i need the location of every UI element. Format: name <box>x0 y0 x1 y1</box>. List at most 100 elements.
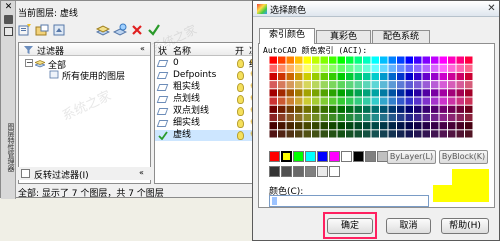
aci-swatch[interactable] <box>329 130 337 138</box>
aci-swatch[interactable] <box>414 81 422 89</box>
aci-swatch[interactable] <box>397 56 405 64</box>
aci-swatch[interactable] <box>363 130 371 138</box>
new-layer-vp-frozen-icon[interactable] <box>113 23 127 37</box>
aci-swatch[interactable] <box>312 64 320 72</box>
aci-swatch[interactable] <box>405 130 414 138</box>
gray-color-swatch[interactable] <box>293 166 304 177</box>
aci-swatch[interactable] <box>405 56 414 64</box>
aci-swatch[interactable] <box>439 72 448 81</box>
aci-swatch[interactable] <box>388 113 397 122</box>
aci-swatch[interactable] <box>371 56 380 64</box>
properties-icon[interactable] <box>4 27 13 36</box>
aci-swatch[interactable] <box>465 64 473 72</box>
aci-swatch[interactable] <box>431 81 439 89</box>
aci-swatch[interactable] <box>337 72 346 81</box>
aci-swatch[interactable] <box>465 122 473 130</box>
aci-swatch[interactable] <box>312 56 320 64</box>
aci-swatch[interactable] <box>295 130 303 138</box>
aci-swatch[interactable] <box>312 97 320 105</box>
aci-swatch[interactable] <box>346 130 354 138</box>
aci-swatch[interactable] <box>329 97 337 105</box>
byblock-button[interactable]: ByBlock(K) <box>439 150 488 164</box>
aci-swatch[interactable] <box>465 89 473 97</box>
aci-swatch[interactable] <box>303 97 312 105</box>
aci-swatch[interactable] <box>363 89 371 97</box>
aci-swatch[interactable] <box>414 97 422 105</box>
gray-color-swatch[interactable] <box>305 166 316 177</box>
aci-swatch[interactable] <box>269 97 278 105</box>
aci-swatch[interactable] <box>465 97 473 105</box>
aci-swatch[interactable] <box>456 81 465 89</box>
set-current-icon[interactable] <box>147 23 161 37</box>
aci-swatch[interactable] <box>380 97 388 105</box>
aci-swatch[interactable] <box>329 72 337 81</box>
aci-color-grid[interactable] <box>269 56 477 140</box>
aci-swatch[interactable] <box>405 64 414 72</box>
standard-color-swatch[interactable] <box>293 151 304 162</box>
aci-swatch[interactable] <box>312 89 320 97</box>
layer-row-selected[interactable]: 虚线✺ <box>155 130 261 141</box>
aci-swatch[interactable] <box>397 130 405 138</box>
aci-swatch[interactable] <box>320 97 329 105</box>
aci-swatch[interactable] <box>269 105 278 113</box>
aci-swatch[interactable] <box>422 89 431 97</box>
aci-swatch[interactable] <box>269 113 278 122</box>
aci-swatch[interactable] <box>371 122 380 130</box>
aci-swatch[interactable] <box>422 122 431 130</box>
bulb-icon[interactable] <box>237 59 244 68</box>
aci-swatch[interactable] <box>422 81 431 89</box>
aci-swatch[interactable] <box>363 122 371 130</box>
bylayer-button[interactable]: ByLayer(L) <box>387 150 436 164</box>
aci-swatch[interactable] <box>303 122 312 130</box>
aci-swatch[interactable] <box>388 130 397 138</box>
standard-color-swatch[interactable] <box>341 151 352 162</box>
aci-swatch[interactable] <box>380 89 388 97</box>
aci-swatch[interactable] <box>397 113 405 122</box>
aci-swatch[interactable] <box>320 89 329 97</box>
aci-swatch[interactable] <box>422 64 431 72</box>
aci-swatch[interactable] <box>456 105 465 113</box>
aci-swatch[interactable] <box>295 81 303 89</box>
aci-swatch[interactable] <box>388 81 397 89</box>
aci-swatch[interactable] <box>346 89 354 97</box>
aci-swatch[interactable] <box>329 122 337 130</box>
aci-color-palette[interactable] <box>269 56 477 140</box>
aci-swatch[interactable] <box>397 122 405 130</box>
aci-swatch[interactable] <box>312 81 320 89</box>
new-property-filter-icon[interactable] <box>18 23 32 37</box>
aci-swatch[interactable] <box>414 89 422 97</box>
close-icon[interactable]: ✕ <box>4 3 13 12</box>
aci-swatch[interactable] <box>422 72 431 81</box>
aci-swatch[interactable] <box>371 113 380 122</box>
aci-swatch[interactable] <box>337 113 346 122</box>
aci-swatch[interactable] <box>363 72 371 81</box>
aci-swatch[interactable] <box>363 113 371 122</box>
aci-swatch[interactable] <box>295 89 303 97</box>
cancel-button[interactable]: 取消 <box>386 218 431 234</box>
aci-swatch[interactable] <box>439 105 448 113</box>
aci-swatch[interactable] <box>456 97 465 105</box>
aci-swatch[interactable] <box>269 122 278 130</box>
bulb-icon[interactable] <box>237 71 244 80</box>
aci-swatch[interactable] <box>278 130 286 138</box>
aci-swatch[interactable] <box>269 81 278 89</box>
aci-swatch[interactable] <box>346 64 354 72</box>
aci-swatch[interactable] <box>337 56 346 64</box>
standard-color-swatch[interactable] <box>329 151 340 162</box>
aci-swatch[interactable] <box>422 97 431 105</box>
tree-collapse-icon[interactable]: − <box>25 59 33 67</box>
aci-swatch[interactable] <box>414 113 422 122</box>
aci-swatch[interactable] <box>278 81 286 89</box>
aci-swatch[interactable] <box>286 113 295 122</box>
aci-swatch[interactable] <box>371 64 380 72</box>
aci-swatch[interactable] <box>439 122 448 130</box>
aci-swatch[interactable] <box>295 97 303 105</box>
aci-swatch[interactable] <box>337 105 346 113</box>
aci-swatch[interactable] <box>405 89 414 97</box>
aci-swatch[interactable] <box>354 113 363 122</box>
aci-swatch[interactable] <box>337 97 346 105</box>
dialog-titlebar[interactable]: 选择颜色 ✕ <box>253 1 499 17</box>
aci-swatch[interactable] <box>448 64 456 72</box>
aci-swatch[interactable] <box>388 122 397 130</box>
aci-swatch[interactable] <box>303 72 312 81</box>
